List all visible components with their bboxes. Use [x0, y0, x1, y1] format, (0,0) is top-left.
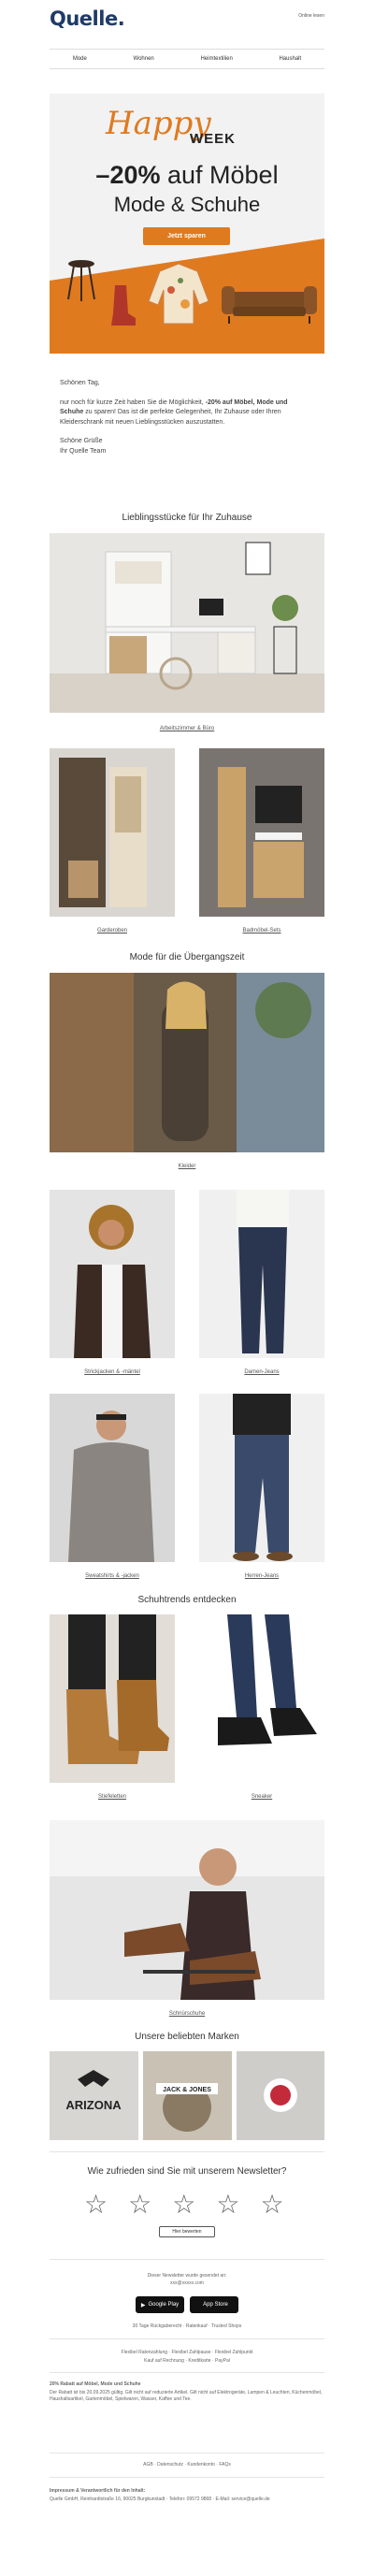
hero-banner[interactable]: Happy WEEK –20% auf Möbel Mode & Schuhe …	[50, 94, 324, 354]
nav-item-wohnen[interactable]: Wohnen	[134, 56, 154, 62]
app-store-badge[interactable]: App Store	[190, 2296, 238, 2313]
divider	[50, 2151, 324, 2152]
image-kleider[interactable]	[50, 973, 324, 1152]
svg-text:JACK & JONES: JACK & JONES	[163, 2087, 211, 2093]
divider	[50, 2477, 324, 2478]
caption-damen-jeans[interactable]: Damen-Jeans	[199, 1369, 324, 1375]
google-play-badge[interactable]: ▶ Google Play	[136, 2296, 184, 2313]
brand-third[interactable]	[237, 2051, 324, 2140]
payment-line-2: Kauf auf Rechnung · Kreditkarte · PayPal	[144, 2358, 230, 2364]
section-title-home: Lieblingsstücke für Ihr Zuhause	[122, 513, 252, 523]
greeting: Schönen Tag,	[60, 380, 100, 386]
hier-bewerten-button[interactable]: Hier bewerten	[159, 2226, 215, 2237]
online-lesen-link[interactable]: Online lesen	[298, 13, 324, 19]
legal-text: Der Rabatt ist bis 20.09.2025 gültig. Gi…	[50, 2390, 323, 2402]
star-icon-2[interactable]: ☆	[128, 2189, 151, 2220]
image-herren-jeans[interactable]	[199, 1394, 324, 1562]
svg-text:ARIZONA: ARIZONA	[65, 2098, 122, 2112]
quelle-logo[interactable]: Quelle.	[50, 7, 125, 30]
caption-arbeitszimmer[interactable]: Arbeitszimmer & Büro	[50, 726, 324, 731]
caption-stiefeletten[interactable]: Stiefeletten	[50, 1794, 175, 1800]
nav-item-heimtextilien[interactable]: Heimtextilien	[200, 56, 232, 62]
image-schnuerschuhe[interactable]	[50, 1820, 324, 2000]
image-garderoben[interactable]	[50, 748, 175, 917]
image-office[interactable]	[50, 533, 324, 713]
image-sneaker[interactable]	[199, 1614, 324, 1783]
image-badmoebel[interactable]	[199, 748, 324, 917]
brand-arizona[interactable]: ARIZONA	[50, 2051, 138, 2140]
service-line: 30 Tage Rückgaberecht · Ratenkauf · Trus…	[132, 2323, 242, 2329]
survey-question: Wie zufrieden sind Sie mit unserem Newsl…	[87, 2166, 287, 2177]
caption-badmoebel[interactable]: Badmöbel-Sets	[199, 928, 324, 933]
signoff: Schöne Grüße Ihr Quelle Team	[60, 438, 107, 455]
nav-item-mode[interactable]: Mode	[73, 56, 87, 62]
caption-garderoben[interactable]: Garderoben	[50, 928, 175, 933]
sent-to-label: Dieser Newsletter wurde gesendet an:	[147, 2273, 227, 2279]
play-icon: ▶	[140, 2302, 146, 2308]
nav-item-haushalt[interactable]: Haushalt	[279, 56, 301, 62]
hero-headline: –20% auf Möbel	[95, 161, 279, 189]
newsletter-page: Quelle. Online lesen Mode Wohnen Heimtex…	[0, 0, 374, 2576]
image-sweatshirts[interactable]	[50, 1394, 175, 1562]
divider	[50, 2372, 324, 2373]
section-title-fashion: Mode für die Übergangszeit	[129, 952, 245, 962]
rating-stars: ☆ ☆ ☆ ☆ ☆	[84, 2189, 284, 2220]
divider	[50, 2338, 324, 2339]
section-title-shoes: Schuhtrends entdecken	[137, 1595, 237, 1605]
caption-strickjacken[interactable]: Strickjacken & -mäntel	[50, 1369, 175, 1375]
hero-subheadline: Mode & Schuhe	[113, 193, 261, 216]
imprint-text: Quelle GmbH, Reinhardtstraße 16, 90025 B…	[50, 2496, 270, 2502]
caption-sneaker[interactable]: Sneaker	[199, 1794, 324, 1800]
legal-title: 20% Rabatt auf Möbel, Mode und Schuhe	[50, 2381, 141, 2387]
star-icon-1[interactable]: ☆	[84, 2189, 108, 2220]
divider	[50, 2259, 324, 2260]
main-nav: Mode Wohnen Heimtextilien Haushalt	[50, 49, 324, 69]
jetzt-sparen-button[interactable]: Jetzt sparen	[143, 227, 230, 245]
intro-body: nur noch für kurze Zeit haben Sie die Mö…	[60, 398, 288, 426]
star-icon-5[interactable]: ☆	[260, 2189, 283, 2220]
imprint-title: Impressum & Verantwortlich für den Inhal…	[50, 2488, 146, 2494]
star-icon-3[interactable]: ☆	[172, 2189, 195, 2220]
sent-to-email: xxx@xxxxx.com	[170, 2280, 204, 2286]
caption-schnuerschuhe[interactable]: Schnürschuhe	[50, 2011, 324, 2017]
caption-kleider[interactable]: Kleider	[50, 1164, 324, 1169]
caption-herren-jeans[interactable]: Herren-Jeans	[199, 1573, 324, 1579]
payment-line-1: Flexibel Ratenzahlung · Flexibel Zahlpau…	[121, 2350, 253, 2355]
intro-text: Schönen Tag, nur noch für kurze Zeit hab…	[60, 379, 312, 466]
image-strickjacken[interactable]	[50, 1190, 175, 1358]
hero-week-word: WEEK	[190, 131, 236, 147]
footer-links[interactable]: AGB · Datenschutz · Kundenkonto · FAQs	[50, 2462, 324, 2467]
section-title-brands: Unsere beliebten Marken	[135, 2032, 239, 2042]
star-icon-4[interactable]: ☆	[216, 2189, 239, 2220]
caption-sweatshirts[interactable]: Sweatshirts & -jacken	[50, 1573, 175, 1579]
brand-jack-jones[interactable]: JACK & JONES	[143, 2051, 232, 2140]
image-stiefeletten[interactable]	[50, 1614, 175, 1783]
image-damen-jeans[interactable]	[199, 1190, 324, 1358]
